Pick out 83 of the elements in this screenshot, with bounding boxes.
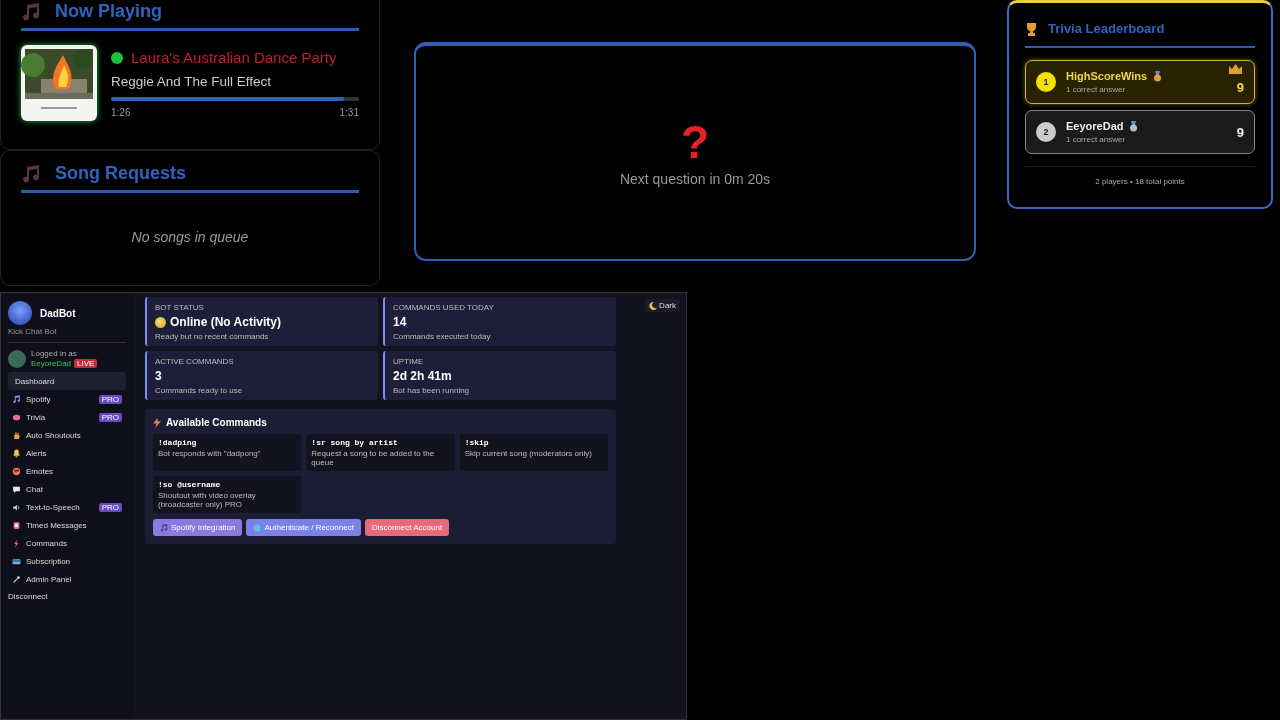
stat-label: BOT STATUS xyxy=(155,303,205,312)
wrench-icon xyxy=(12,574,21,584)
logged-in-label: Logged in as xyxy=(31,349,78,358)
sidebar-item[interactable]: Emotes xyxy=(8,462,126,480)
live-badge: LIVE xyxy=(74,359,98,368)
leaderboard-summary: 2 players • 18 total points xyxy=(1025,166,1255,186)
track-title: Laura's Australian Dance Party xyxy=(131,49,337,66)
sidebar-item[interactable]: Admin Panel xyxy=(8,570,126,588)
player-name: EeyoreDad xyxy=(1066,120,1124,132)
stat-label: UPTIME xyxy=(393,357,425,366)
brand-tagline: Kick Chat Bot xyxy=(8,327,126,343)
player-score: 9 xyxy=(1236,124,1244,140)
command-description: Bot responds with "dadpong" xyxy=(158,449,262,458)
stat-note: Commands ready to use xyxy=(155,386,244,395)
command-name: !so @username xyxy=(158,480,222,489)
elapsed-time: 1:26 xyxy=(111,107,131,118)
music-note-icon xyxy=(21,1,41,22)
stat-value: 14 xyxy=(393,315,407,329)
trophy-icon xyxy=(1025,21,1038,36)
player-name: HighScoreWins xyxy=(1066,70,1148,82)
bot-avatar xyxy=(8,301,32,325)
stat-value: Online (No Activity) xyxy=(170,315,281,329)
stat-label: ACTIVE COMMANDS xyxy=(155,357,235,366)
artist-name: Reggie And The Full Effect xyxy=(111,74,273,89)
bell-icon xyxy=(12,448,21,458)
card-icon xyxy=(12,556,21,566)
sidebar-item[interactable]: Trivia PRO xyxy=(8,408,126,426)
sidebar-item[interactable]: Subscription xyxy=(8,552,126,570)
command-name: !skip xyxy=(464,438,490,447)
bolt-icon xyxy=(153,417,161,428)
stat-note: Bot has been running xyxy=(393,386,471,395)
command-description: Request a song to be added to the queue xyxy=(311,449,436,467)
command-description: Skip current song (moderators only) xyxy=(464,449,593,458)
music-note-icon xyxy=(160,523,168,532)
section-title: Available Commands xyxy=(166,417,267,428)
sidebar-item[interactable]: Spotify PRO xyxy=(8,390,126,408)
countdown-text: Next question in 0m 20s xyxy=(619,170,771,187)
bolt-icon xyxy=(12,538,21,548)
stat-label: COMMANDS USED TODAY xyxy=(393,303,495,312)
user-avatar xyxy=(8,349,26,368)
speech-bubble-icon xyxy=(12,484,21,494)
sidebar-item[interactable]: Timed Messages xyxy=(8,516,126,534)
sidebar-item[interactable]: Commands xyxy=(8,534,126,552)
pro-badge: PRO xyxy=(98,412,122,422)
stat-note: Ready but no recent commands xyxy=(155,332,270,341)
stat-value: 2d 2h 41m xyxy=(393,369,452,383)
panel-title: Now Playing xyxy=(55,1,162,22)
command-name: !sr song by artist xyxy=(311,438,399,447)
sidebar-item[interactable]: Auto Shoutouts xyxy=(8,426,126,444)
music-note-icon xyxy=(12,394,21,404)
face-icon xyxy=(12,466,21,476)
pro-badge: PRO xyxy=(98,502,122,512)
stat-note: Commands executed today xyxy=(393,332,492,341)
disconnect-link[interactable]: Disconnect xyxy=(8,588,126,605)
duration-time: 1:31 xyxy=(339,107,359,118)
circle-icon xyxy=(253,523,262,532)
sidebar-item[interactable]: Alerts xyxy=(8,444,126,462)
action-button[interactable]: Spotify Integration xyxy=(153,519,243,536)
moon-icon xyxy=(649,301,658,310)
question-mark: ? xyxy=(680,118,710,165)
medal-icon xyxy=(1129,120,1139,132)
command-name: !dadping xyxy=(158,438,198,447)
username: EeyoreDad xyxy=(31,359,72,368)
player-subtitle: 1 correct answer xyxy=(1066,85,1127,94)
stat-value: 3 xyxy=(155,369,162,383)
rank-badge: 1 xyxy=(1036,72,1056,92)
panel-title: Song Requests xyxy=(55,163,187,184)
rank-badge: 2 xyxy=(1036,122,1056,142)
sidebar-item[interactable]: Text-to-Speech PRO xyxy=(8,498,126,516)
speaker-icon xyxy=(12,502,21,512)
panel-title: Trivia Leaderboard xyxy=(1048,21,1165,36)
medal-icon xyxy=(1153,70,1163,82)
pro-badge: PRO xyxy=(98,394,122,404)
crown-icon xyxy=(1229,64,1242,74)
sidebar-item[interactable]: Chat xyxy=(8,480,126,498)
brand-name: DadBot xyxy=(40,307,76,319)
sidebar-item[interactable]: Dashboard xyxy=(8,372,126,390)
empty-message: No songs in queue xyxy=(130,229,250,245)
player-subtitle: 1 correct answer xyxy=(1066,135,1127,144)
music-note-icon xyxy=(21,163,41,184)
command-description: Shoutout with video overlay (broadcaster only) PRO xyxy=(158,491,257,509)
theme-toggle[interactable]: Dark xyxy=(645,299,680,312)
player-score: 9 xyxy=(1236,79,1244,95)
